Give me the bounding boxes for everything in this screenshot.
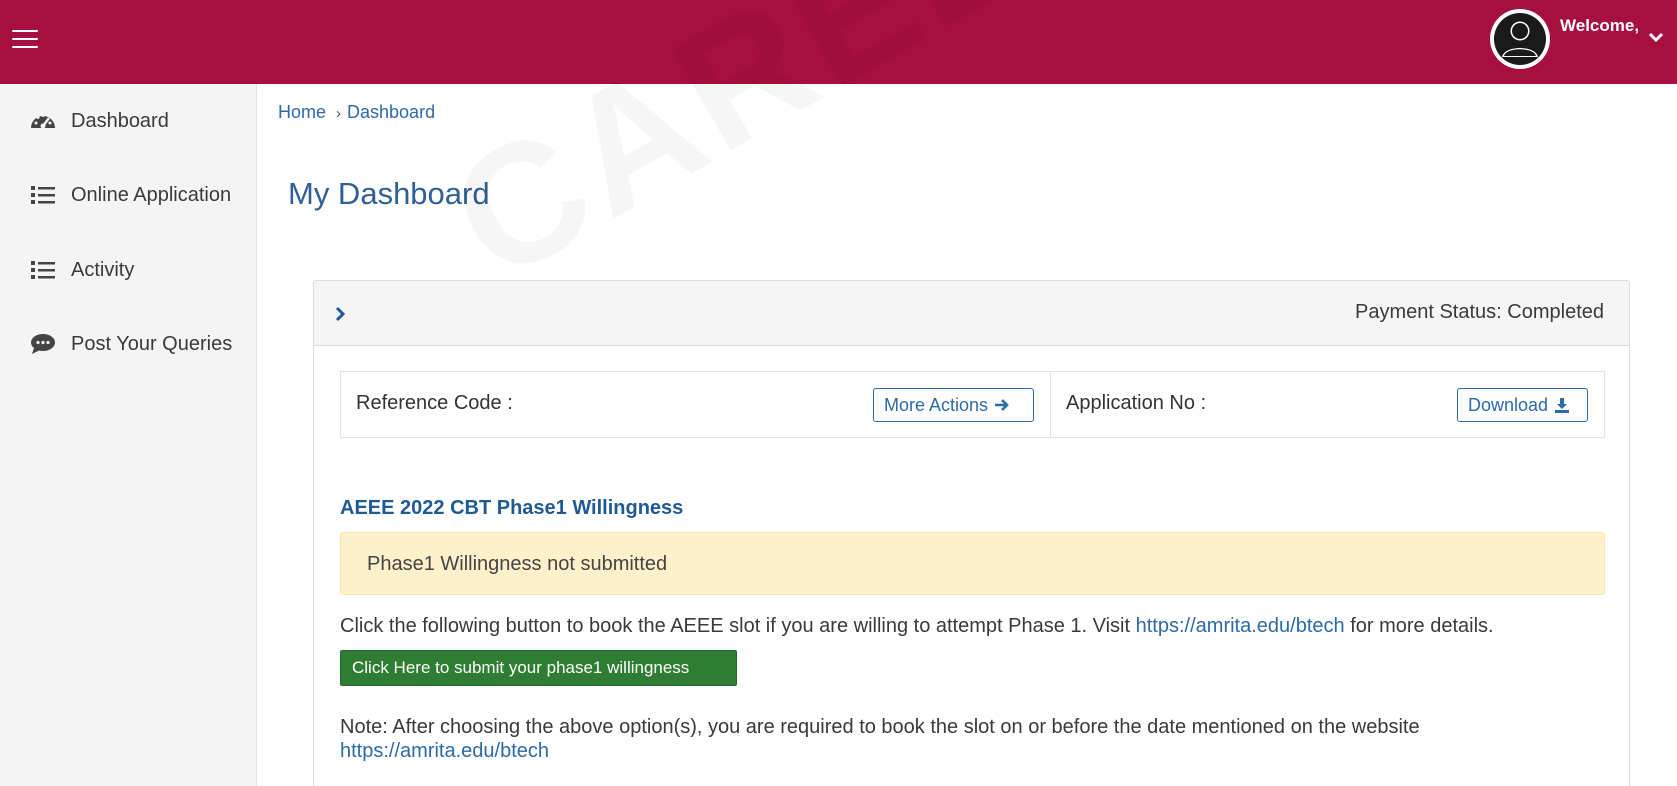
- sidebar-item-label: Online Application: [71, 183, 232, 206]
- note-text: Note: After choosing the above option(s)…: [340, 716, 1420, 738]
- phase1-alert: Phase1 Willingness not submitted: [340, 532, 1605, 595]
- note-btech-link[interactable]: https://amrita.edu/btech: [340, 740, 549, 762]
- breadcrumb: Home › Dashboard: [278, 102, 435, 123]
- phase1-alert-text: Phase1 Willingness not submitted: [367, 553, 668, 575]
- phase1-note: Note: After choosing the above option(s)…: [340, 715, 1420, 763]
- sidebar-item-activity[interactable]: Activity: [0, 245, 257, 295]
- page-title: My Dashboard: [288, 176, 490, 211]
- breadcrumb-home-link[interactable]: Home: [278, 102, 326, 122]
- sidebar-item-label: Post Your Queries: [71, 332, 233, 355]
- download-label: Download: [1468, 394, 1549, 415]
- list-icon: [30, 259, 56, 281]
- list-icon: [30, 184, 56, 206]
- user-silhouette-icon: [1491, 10, 1549, 68]
- phase1-description: Click the following button to book the A…: [340, 615, 1494, 638]
- submit-willingness-button[interactable]: Click Here to submit your phase1 willing…: [340, 650, 737, 686]
- more-actions-button[interactable]: More Actions: [873, 388, 1034, 422]
- sidebar-item-online-application[interactable]: Online Application: [0, 170, 257, 220]
- download-icon: [1554, 397, 1570, 413]
- breadcrumb-dashboard-link[interactable]: Dashboard: [347, 102, 435, 122]
- sidebar: Dashboard Online Application Activity Po…: [0, 84, 257, 786]
- description-suffix: for more details.: [1344, 615, 1494, 637]
- sidebar-item-post-queries[interactable]: Post Your Queries: [0, 319, 257, 369]
- dashboard-gauge-icon: [30, 110, 56, 132]
- description-text: Click the following button to book the A…: [340, 615, 1136, 637]
- application-info-row: Reference Code : More Actions Applicatio…: [340, 371, 1605, 438]
- phase1-title: AEEE 2022 CBT Phase1 Willingness: [340, 497, 684, 519]
- sidebar-item-label: Activity: [71, 258, 135, 281]
- sidebar-item-label: Dashboard: [71, 109, 169, 132]
- breadcrumb-separator: ›: [336, 105, 342, 122]
- application-no-label: Application No :: [1066, 392, 1207, 414]
- reference-cell: Reference Code : More Actions: [341, 372, 1051, 437]
- application-no-cell: Application No : Download: [1051, 372, 1604, 437]
- menu-toggle-icon[interactable]: [12, 30, 38, 50]
- chevron-down-icon[interactable]: [1648, 30, 1664, 43]
- chevron-right-icon[interactable]: [334, 305, 348, 323]
- panel-header: Payment Status: Completed: [314, 281, 1629, 346]
- more-actions-label: More Actions: [884, 394, 989, 415]
- sidebar-item-dashboard[interactable]: Dashboard: [0, 96, 257, 146]
- user-avatar[interactable]: [1490, 9, 1550, 69]
- application-panel: Payment Status: Completed Reference Code…: [313, 280, 1630, 786]
- btech-link[interactable]: https://amrita.edu/btech: [1136, 615, 1345, 637]
- top-bar: Welcome,: [0, 0, 1677, 84]
- arrow-right-icon: [994, 398, 1010, 412]
- chat-bubble-icon: [30, 333, 56, 355]
- welcome-text: Welcome,: [1560, 16, 1640, 35]
- download-button[interactable]: Download: [1457, 388, 1588, 422]
- payment-status: Payment Status: Completed: [1354, 301, 1604, 323]
- reference-code-label: Reference Code :: [356, 392, 513, 414]
